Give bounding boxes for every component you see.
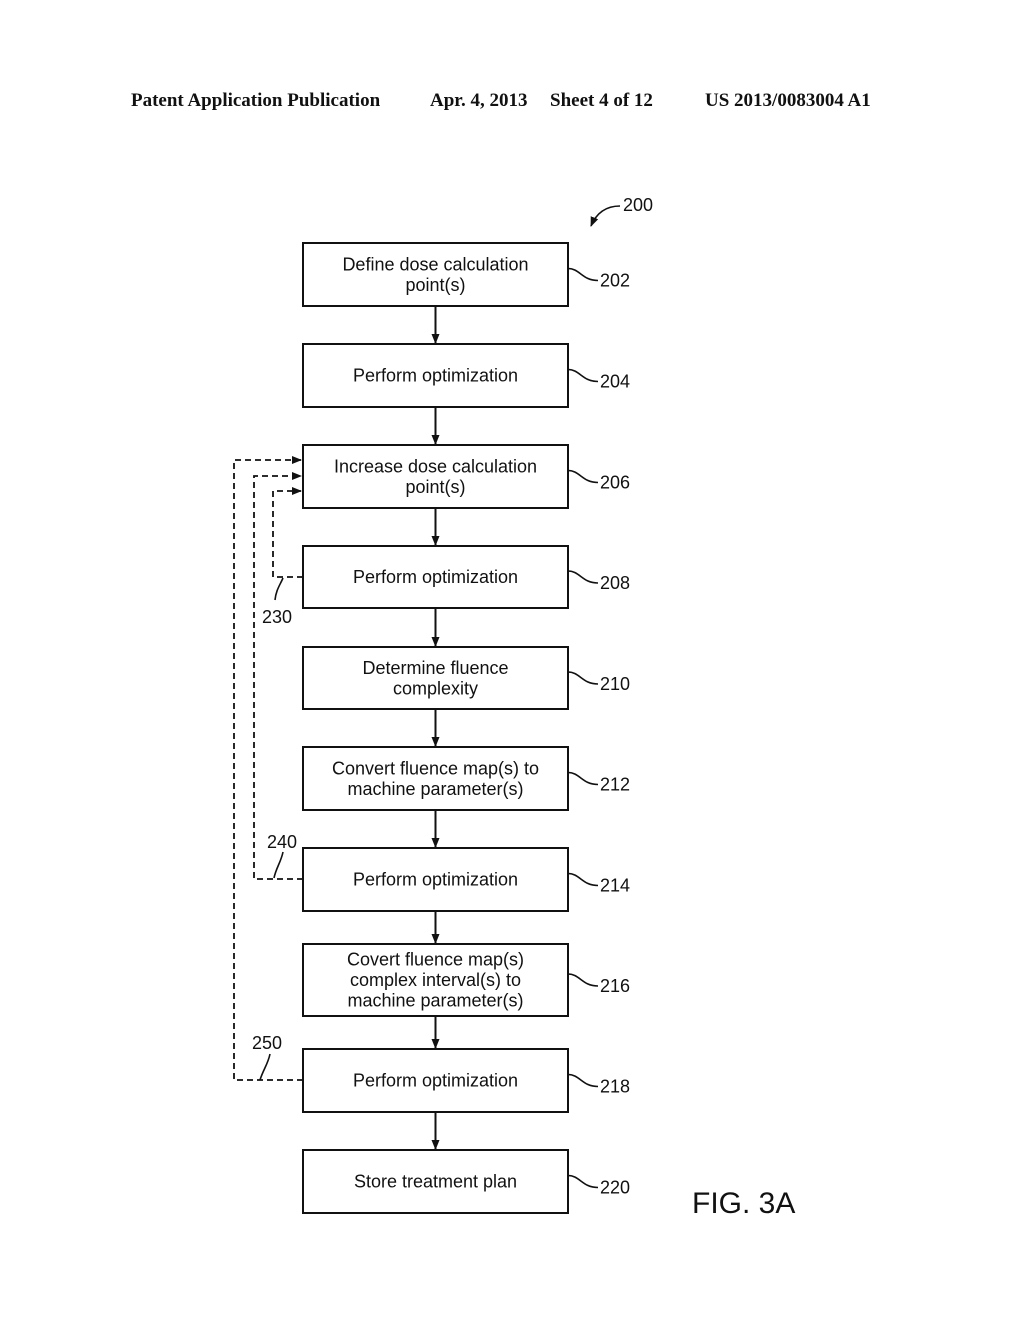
step-text-216: Covert fluence map(s) xyxy=(347,950,524,970)
ref-label-202: 202 xyxy=(600,271,630,291)
step-text-214: Perform optimization xyxy=(353,870,518,890)
step-text-210: complexity xyxy=(393,678,478,698)
ref-label-220: 220 xyxy=(600,1178,630,1198)
loop-arrow-230 xyxy=(272,487,303,578)
ref-label-206: 206 xyxy=(600,473,630,493)
ref-leader-206 xyxy=(567,469,599,484)
loop-leader-230 xyxy=(274,577,284,601)
loop-label-250: 250 xyxy=(252,1033,282,1053)
ref-leader-212 xyxy=(567,771,599,786)
step-text-212: Convert fluence map(s) to xyxy=(332,758,539,778)
figure-ref-arrow xyxy=(590,205,621,227)
loop-leader-250 xyxy=(259,1053,271,1081)
step-text-216: complex interval(s) to xyxy=(350,970,521,990)
loop-label-240: 240 xyxy=(267,832,297,852)
ref-label-204: 204 xyxy=(600,372,630,392)
step-text-206: Increase dose calculation xyxy=(334,456,537,476)
figure-label: FIG. 3A xyxy=(692,1187,795,1220)
flowchart: Define dose calculationpoint(s) 202Perfor… xyxy=(233,195,795,1220)
loop-label-230: 230 xyxy=(262,607,292,627)
step-text-206: point(s) xyxy=(405,477,465,497)
step-text-216: machine parameter(s) xyxy=(347,991,523,1011)
loop-arrow-250 xyxy=(233,456,303,1081)
step-text-220: Store treatment plan xyxy=(354,1172,517,1192)
loop-arrow-240 xyxy=(253,472,303,880)
ref-leader-218 xyxy=(567,1073,599,1088)
loop-leader-240 xyxy=(273,851,284,879)
ref-label-208: 208 xyxy=(600,573,630,593)
ref-leader-210 xyxy=(567,671,599,685)
step-text-210: Determine fluence xyxy=(362,658,508,678)
ref-label-210: 210 xyxy=(600,674,630,694)
ref-label-218: 218 xyxy=(600,1077,630,1097)
step-text-202: Define dose calculation xyxy=(342,254,528,274)
ref-leader-216 xyxy=(567,973,599,987)
ref-leader-220 xyxy=(567,1174,599,1189)
step-text-212: machine parameter(s) xyxy=(347,779,523,799)
step-text-204: Perform optimization xyxy=(353,366,518,386)
step-text-202: point(s) xyxy=(405,275,465,295)
ref-leader-202 xyxy=(567,267,599,282)
step-text-208: Perform optimization xyxy=(353,567,518,587)
step-text-218: Perform optimization xyxy=(353,1071,518,1091)
ref-leader-214 xyxy=(567,872,599,887)
ref-label-216: 216 xyxy=(600,976,630,996)
ref-leader-208 xyxy=(567,570,599,584)
ref-label-214: 214 xyxy=(600,876,630,896)
ref-label-212: 212 xyxy=(600,775,630,795)
figure-ref-label: 200 xyxy=(623,195,653,215)
ref-leader-204 xyxy=(567,368,599,383)
